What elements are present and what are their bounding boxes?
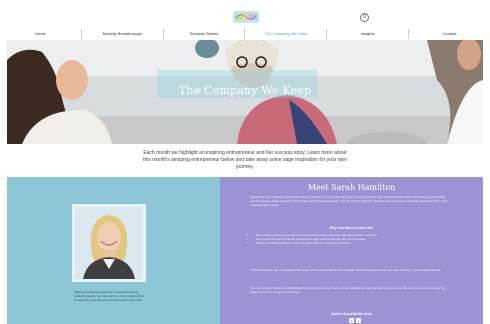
page: 0 Home Monthly Breakthrough Success Stor… — [0, 0, 490, 324]
social-icons: f t — [349, 318, 361, 323]
nav-success-stories[interactable]: Success Stories — [162, 29, 245, 39]
nav-contact[interactable]: Contact — [408, 29, 490, 39]
profile-bio-1: Sarah has been working with small busine… — [250, 195, 449, 208]
cart-icon[interactable]: 0 — [360, 13, 369, 22]
profile-name-heading: Meet Sarah Hamilton — [307, 183, 396, 192]
portrait-photo — [75, 207, 143, 279]
hero-title: The Company We Keep — [178, 84, 312, 97]
nav-insights[interactable]: Insights — [326, 29, 408, 39]
profile-portrait — [72, 204, 146, 282]
profile-bio-2: Contact Sarah to get a complimentary cop… — [250, 268, 442, 272]
intro-text: Each month we highlight an inspiring ent… — [143, 150, 347, 170]
hero-banner: The Company We Keep — [7, 40, 483, 144]
nav-home[interactable]: Home — [0, 29, 81, 39]
main-nav: Home Monthly Breakthrough Success Storie… — [0, 29, 490, 39]
why-meet-item: She is a fantastic listener and a true a… — [256, 241, 450, 245]
social-links-heading: Sarah's Social Media Links — [331, 312, 372, 316]
brand-logo[interactable] — [232, 8, 260, 26]
nav-monthly-breakthrough[interactable]: Monthly Breakthrough — [80, 29, 163, 39]
why-meet-list: She actively seeks to connect women entr… — [252, 233, 450, 245]
nav-company-we-keep[interactable]: The Company We Keep — [244, 29, 326, 39]
facebook-icon[interactable]: f — [349, 318, 354, 323]
why-meet-heading: Why You Want to Meet Her! — [329, 226, 374, 230]
profile-bio-3: You can contact Sarah at sarah@hamiltonc… — [250, 286, 446, 295]
twitter-icon[interactable]: t — [356, 318, 361, 323]
profile-quote: "Starting my business was hard. I needed… — [74, 290, 145, 302]
